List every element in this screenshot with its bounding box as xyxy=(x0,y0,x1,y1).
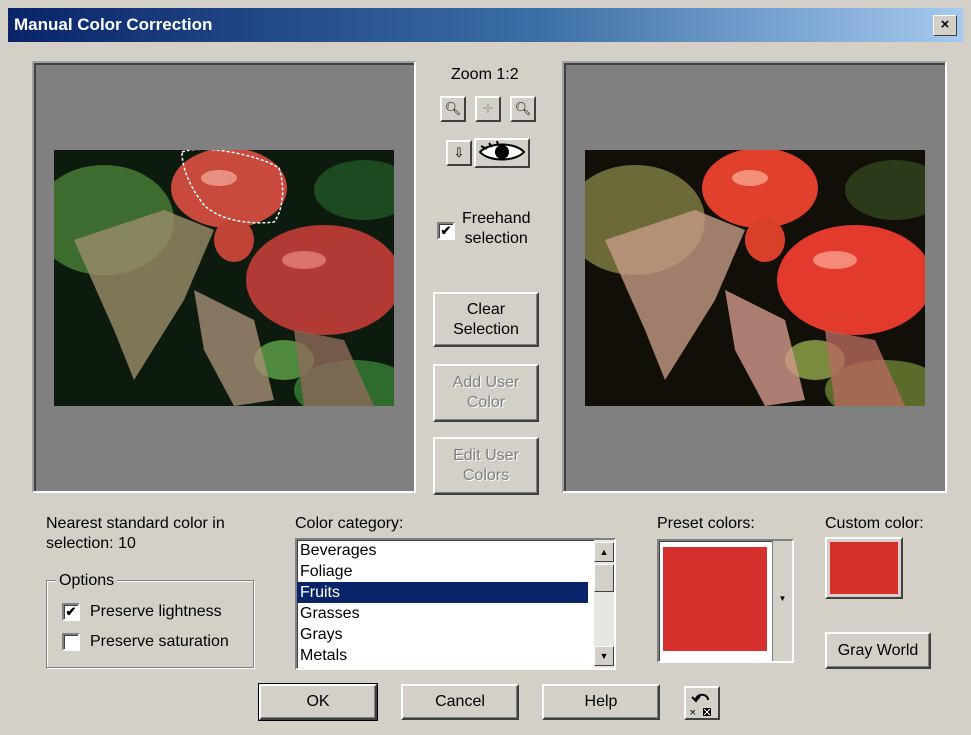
freehand-checkbox[interactable]: ✔ xyxy=(437,222,455,240)
original-image-frame[interactable] xyxy=(32,61,416,493)
add-user-color-button[interactable]: Add User Color xyxy=(433,364,539,422)
list-item[interactable]: Grays xyxy=(297,624,588,645)
title-bar: Manual Color Correction × xyxy=(8,8,963,42)
scroll-down-button[interactable]: ▼ xyxy=(594,646,614,666)
eye-icon xyxy=(478,140,526,161)
cancel-label: Cancel xyxy=(435,693,485,710)
rosehip-photo xyxy=(54,150,394,406)
preset-dropdown-button[interactable]: ▼ xyxy=(772,541,792,661)
zoom-out-button[interactable]: 🔍︎ xyxy=(440,96,466,122)
chevron-down-icon: ▼ xyxy=(778,594,787,603)
preset-colors-label: Preset colors: xyxy=(657,515,755,532)
dropper-button[interactable]: ⇩ xyxy=(446,140,472,166)
color-category-list[interactable]: Beverages Foliage Fruits Grasses Grays M… xyxy=(295,538,616,670)
corrected-image-frame xyxy=(562,61,947,493)
ok-label: OK xyxy=(306,693,330,710)
rosehip-corrected-photo xyxy=(585,150,925,406)
scroll-thumb[interactable] xyxy=(594,564,614,592)
pan-button[interactable]: ✛ xyxy=(475,96,501,122)
undo-button[interactable]: × xyxy=(684,686,720,720)
freehand-label[interactable]: Freehand selection xyxy=(462,209,531,249)
preset-colors-dropdown[interactable]: ▼ xyxy=(657,539,794,663)
dropper-icon: ⇩ xyxy=(453,145,465,160)
window-title: Manual Color Correction xyxy=(14,15,213,34)
zoom-in-button[interactable]: 🔍︎ xyxy=(510,96,536,122)
edit-user-colors-button[interactable]: Edit User Colors xyxy=(433,437,539,495)
add-user-color-label: Add User Color xyxy=(452,374,520,411)
undo-icon: × xyxy=(689,693,711,718)
cancel-button[interactable]: Cancel xyxy=(401,684,519,720)
color-category-label: Color category: xyxy=(295,515,404,532)
list-item[interactable]: Grasses xyxy=(297,603,588,624)
list-item-selected[interactable]: Fruits xyxy=(297,582,588,603)
zoom-out-icon: 🔍︎ xyxy=(444,101,462,116)
original-photo[interactable] xyxy=(54,150,394,406)
clear-selection-label: Clear Selection xyxy=(453,300,519,338)
corrected-photo xyxy=(585,150,925,406)
preserve-saturation-label[interactable]: Preserve saturation xyxy=(90,632,229,652)
list-item[interactable]: Metals xyxy=(297,645,588,666)
preserve-saturation-checkbox[interactable] xyxy=(62,633,80,651)
eye-button[interactable] xyxy=(474,138,530,168)
options-legend: Options xyxy=(56,571,118,591)
list-item[interactable]: Foliage xyxy=(297,561,588,582)
gray-world-label: Gray World xyxy=(837,641,919,659)
freehand-check-mark: ✔ xyxy=(440,223,452,238)
options-group xyxy=(46,580,254,668)
scroll-up-button[interactable]: ▲ xyxy=(594,542,614,562)
clear-selection-button[interactable]: Clear Selection xyxy=(433,292,539,347)
arrow-up-icon: ▲ xyxy=(599,547,609,557)
preserve-lightness-checkbox[interactable]: ✔ xyxy=(62,603,80,621)
preserve-lightness-label[interactable]: Preserve lightness xyxy=(90,602,222,622)
zoom-in-icon: 🔍︎ xyxy=(514,101,532,116)
nearest-color-text: Nearest standard color in selection: 10 xyxy=(46,515,225,552)
custom-color-label: Custom color: xyxy=(825,515,924,532)
custom-color-swatch xyxy=(830,542,898,594)
preserve-lightness-check-mark: ✔ xyxy=(65,604,77,619)
list-scrollbar[interactable]: ▲ ▼ xyxy=(594,540,614,668)
arrow-down-icon: ▼ xyxy=(599,651,609,661)
preset-color-swatch xyxy=(663,547,767,651)
close-button[interactable]: × xyxy=(933,15,957,36)
custom-color-swatch-button[interactable] xyxy=(825,537,903,599)
ok-button[interactable]: OK xyxy=(258,683,378,721)
edit-user-colors-label: Edit User Colors xyxy=(453,447,519,484)
help-label: Help xyxy=(584,693,618,710)
help-button[interactable]: Help xyxy=(542,684,660,720)
pan-icon: ✛ xyxy=(482,101,494,116)
list-item[interactable]: Beverages xyxy=(297,540,588,561)
svg-text:×: × xyxy=(689,708,697,718)
gray-world-button[interactable]: Gray World xyxy=(825,632,931,669)
zoom-label: Zoom 1:2 xyxy=(451,66,519,83)
